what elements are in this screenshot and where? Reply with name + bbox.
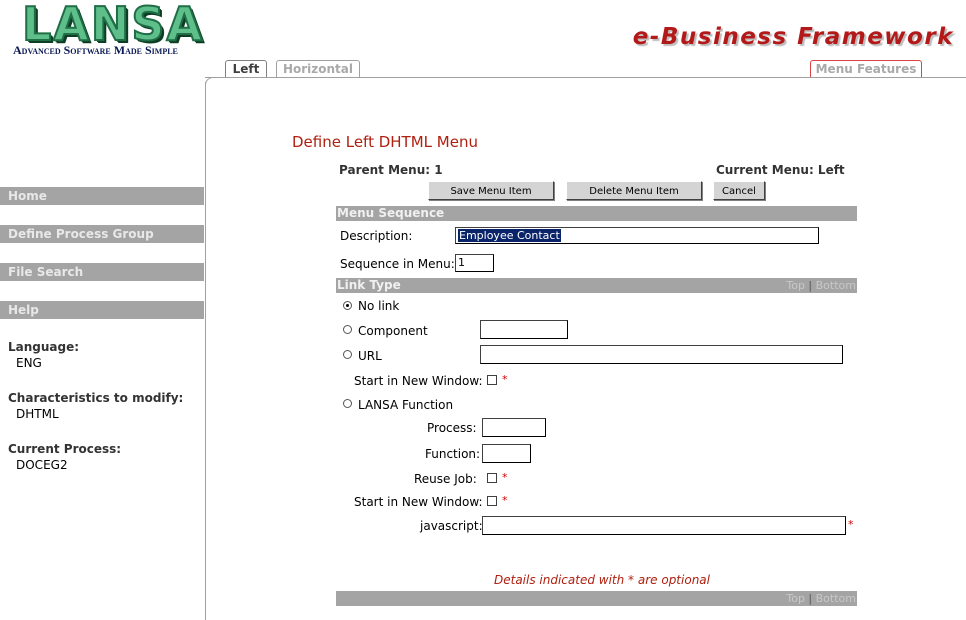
tab-menu-features[interactable]: Menu Features	[810, 60, 922, 77]
language-value: ENG	[16, 356, 42, 370]
description-value: Employee Contact	[458, 229, 561, 242]
sequence-value: 1	[458, 256, 465, 269]
javascript-field[interactable]	[482, 516, 846, 535]
save-menu-item-button[interactable]: Save Menu Item	[428, 181, 554, 200]
sidebar-item-home[interactable]: Home	[0, 187, 204, 205]
cancel-button[interactable]: Cancel	[713, 181, 765, 200]
radio-url[interactable]	[343, 350, 352, 359]
description-field[interactable]: Employee Contact	[455, 227, 819, 244]
optional-star: *	[848, 518, 854, 531]
process-field[interactable]	[482, 418, 546, 437]
footer-bottom-link[interactable]: Bottom	[816, 592, 856, 605]
current-process-label: Current Process:	[8, 442, 122, 456]
link-type-header: Link Type Top | Bottom	[336, 278, 857, 293]
new-window-checkbox-2[interactable]	[487, 496, 497, 506]
menu-sequence-header: Menu Sequence	[336, 206, 857, 221]
reuse-job-checkbox[interactable]	[487, 473, 497, 483]
language-label: Language:	[8, 340, 80, 354]
reuse-job-label: Reuse Job:	[414, 472, 477, 486]
new-window-label: Start in New Window:	[354, 374, 483, 388]
brand-title: e-Business Framework	[632, 24, 954, 50]
new-window-checkbox[interactable]	[487, 375, 497, 385]
sequence-label: Sequence in Menu:	[340, 257, 455, 271]
new-window-label-2: Start in New Window:	[354, 495, 483, 509]
function-field[interactable]	[482, 444, 531, 463]
component-label: Component	[358, 324, 428, 338]
footer-bar: Top | Bottom	[336, 591, 857, 606]
footer-top-bottom: Top | Bottom	[786, 591, 856, 606]
sequence-field[interactable]: 1	[455, 254, 494, 272]
function-label: Function:	[425, 447, 481, 461]
top-bottom-sep: |	[808, 279, 813, 292]
bottom-link[interactable]: Bottom	[816, 279, 856, 292]
delete-menu-item-button[interactable]: Delete Menu Item	[566, 181, 702, 200]
parent-menu-label: Parent Menu: 1	[339, 163, 443, 177]
content-frame-top	[205, 77, 966, 78]
optional-star: *	[502, 494, 508, 507]
characteristics-value: DHTML	[16, 407, 59, 421]
sidebar-item-define-process-group[interactable]: Define Process Group	[0, 225, 204, 243]
logo-tagline: Advanced Software Made Simple	[13, 43, 178, 57]
sidebar-item-file-search[interactable]: File Search	[0, 263, 204, 281]
content-frame-corner	[205, 77, 216, 88]
description-label: Description:	[340, 229, 413, 243]
content-frame-left	[205, 82, 206, 620]
current-menu-label: Current Menu: Left	[716, 163, 845, 177]
characteristics-label: Characteristics to modify:	[8, 391, 184, 405]
current-process-value: DOCEG2	[16, 458, 68, 472]
page-title: Define Left DHTML Menu	[292, 133, 478, 151]
javascript-label: javascript:	[420, 519, 483, 533]
optional-note: Details indicated with * are optional	[494, 573, 710, 587]
top-link[interactable]: Top	[786, 279, 805, 292]
component-field[interactable]	[480, 320, 568, 339]
link-type-top-bottom: Top | Bottom	[786, 278, 856, 293]
lansa-function-label: LANSA Function	[358, 398, 454, 412]
url-field[interactable]	[480, 345, 843, 364]
radio-lansa-function[interactable]	[343, 399, 352, 408]
process-label: Process:	[427, 421, 477, 435]
menu-sequence-title: Menu Sequence	[337, 206, 445, 220]
optional-star: *	[502, 471, 508, 484]
url-label: URL	[358, 349, 382, 363]
radio-component[interactable]	[343, 325, 352, 334]
sidebar-item-help[interactable]: Help	[0, 301, 204, 319]
lansa-logo: LANSA	[21, 0, 205, 51]
optional-star: *	[502, 373, 508, 386]
tab-horizontal[interactable]: Horizontal	[276, 60, 360, 77]
radio-no-link[interactable]	[343, 301, 352, 310]
no-link-label: No link	[358, 299, 400, 313]
tab-left[interactable]: Left	[225, 60, 267, 77]
link-type-title: Link Type	[337, 278, 401, 292]
footer-top-link[interactable]: Top	[786, 592, 805, 605]
footer-sep: |	[808, 592, 813, 605]
